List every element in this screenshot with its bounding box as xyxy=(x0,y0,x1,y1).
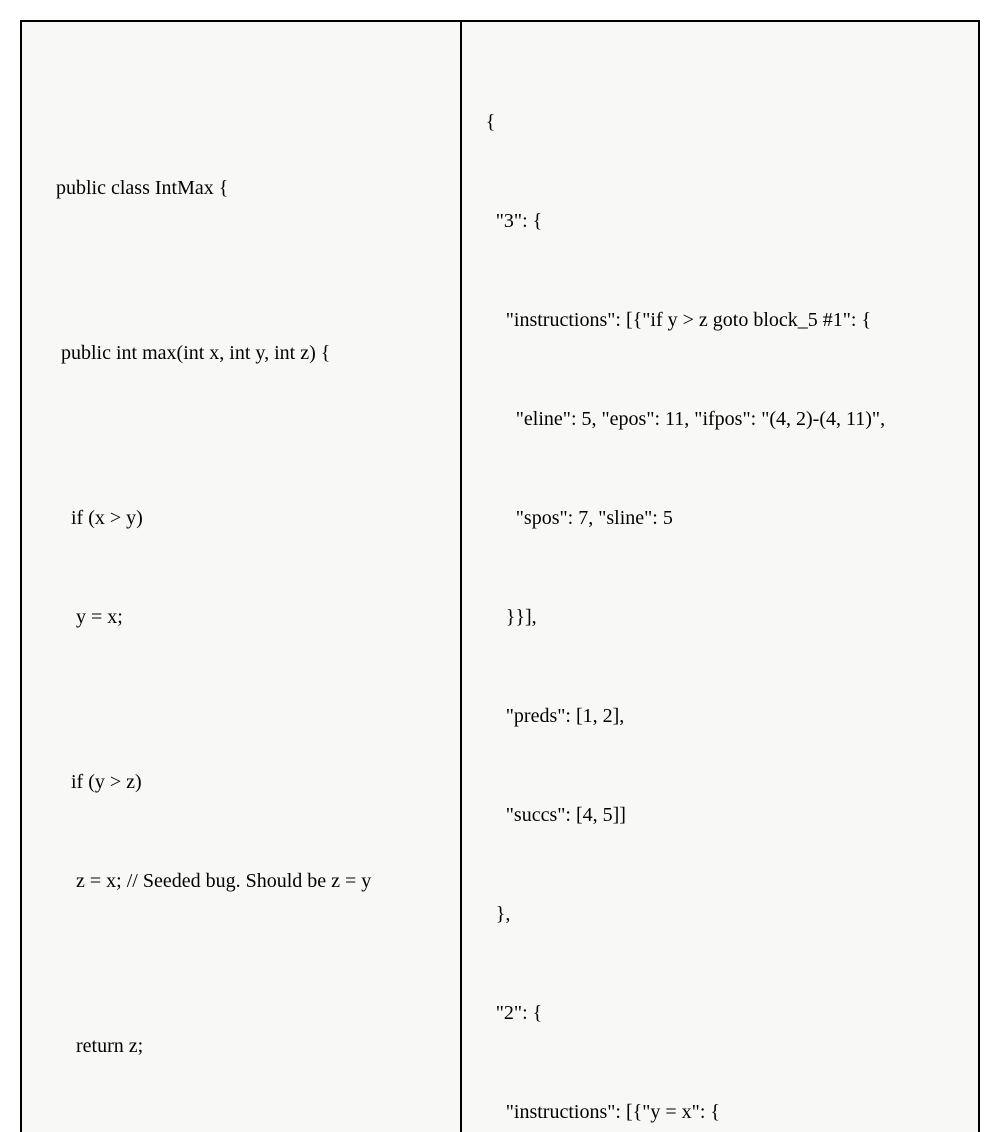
json-line: "instructions": [{"if y > z goto block_5… xyxy=(486,304,954,337)
json-line: "succs": [4, 5]] xyxy=(486,799,954,832)
json-line: }}], xyxy=(486,601,954,634)
code-line: public int max(int x, int y, int z) { xyxy=(46,337,436,370)
json-line: "spos": 7, "sline": 5 xyxy=(486,502,954,535)
json-line: "instructions": [{"y = x": { xyxy=(486,1096,954,1129)
two-column-figure: public class IntMax { public int max(int… xyxy=(20,20,980,1132)
code-line: public class IntMax { xyxy=(46,172,436,205)
json-line: "3": { xyxy=(486,205,954,238)
json-line: "preds": [1, 2], xyxy=(486,700,954,733)
json-line: "eline": 5, "epos": 11, "ifpos": "(4, 2)… xyxy=(486,403,954,436)
code-line: if (x > y) xyxy=(46,502,436,535)
json-line: }, xyxy=(486,898,954,931)
code-line: y = x; xyxy=(46,601,436,634)
code-line: z = x; // Seeded bug. Should be z = y xyxy=(46,865,436,898)
json-line: "2": { xyxy=(486,997,954,1030)
json-line: { xyxy=(486,106,954,139)
left-panel-source-code: public class IntMax { public int max(int… xyxy=(22,22,462,1132)
code-line: if (y > z) xyxy=(46,766,436,799)
right-panel-json: { "3": { "instructions": [{"if y > z got… xyxy=(462,22,978,1132)
code-line: return z; xyxy=(46,1030,436,1063)
